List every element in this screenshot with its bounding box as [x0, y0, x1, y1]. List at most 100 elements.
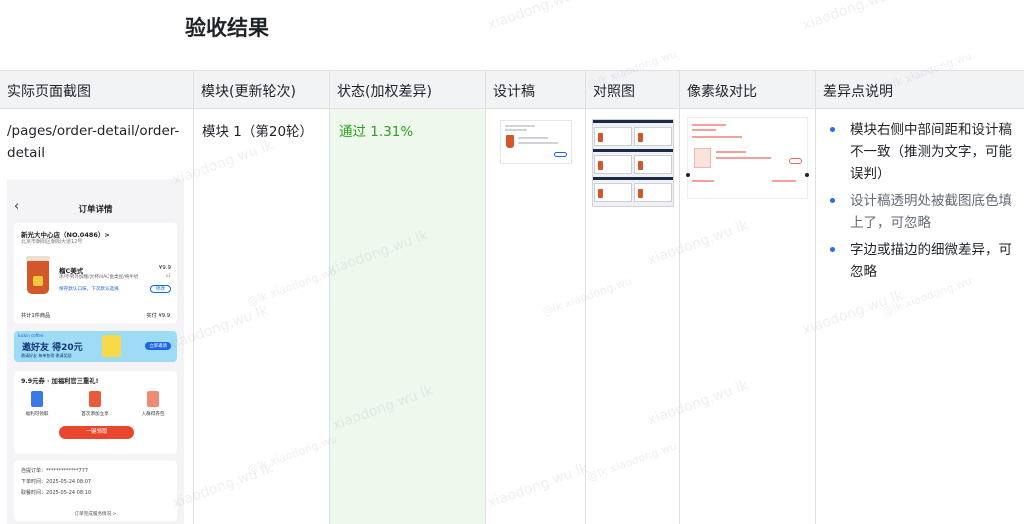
diff-cup-icon [694, 148, 711, 168]
gift-coupon-icon [147, 391, 159, 407]
thumb-pane [634, 127, 672, 146]
thumb-cup-icon [506, 135, 514, 148]
note-item: 设计稿透明处被截图底色填上了，可忽略 [830, 190, 1018, 234]
page-screenshot[interactable]: ‹ 订单详情 新光大中心店（NO.0486）> 北京市朝阳区朝阳大道12号 榴C… [7, 179, 184, 524]
table-cell-design [486, 109, 586, 524]
note-item: 模块右侧中部间距和设计稿不一致（推测为文字，可能误判） [830, 119, 1018, 185]
diff-line [692, 136, 742, 138]
pickup-time-label: 取餐时间： [21, 490, 47, 496]
order-number-label: 自提订单： [21, 468, 47, 474]
diff-line [692, 124, 726, 126]
thumb-cup-icon [638, 189, 643, 198]
thumb-bar [593, 177, 673, 180]
thumb-pane [594, 183, 632, 202]
comparison-thumbnail[interactable] [592, 119, 674, 207]
table-cell-screenshot: /pages/order-detail/order-detail ‹ 订单详情 … [0, 109, 194, 524]
design-thumbnail[interactable] [500, 120, 572, 164]
diff-line [716, 157, 771, 159]
sponge-character-icon [102, 335, 121, 357]
table-cell-status: 通过 1.31% [330, 109, 486, 524]
diff-marker-icon [686, 173, 690, 177]
column-header-pixel-diff: 像素级对比 [680, 71, 816, 109]
column-header-status: 状态(加权差异) [330, 71, 486, 109]
thumb-cup-icon [598, 189, 603, 198]
table-cell-comparison [586, 109, 680, 524]
status-badge: 通过 1.31% [339, 124, 414, 140]
gift-bag-icon [89, 391, 101, 407]
gift-label: 首次添加立享 [81, 412, 109, 417]
invite-button: 立即邀请 [145, 342, 171, 350]
column-header-screenshot: 实际页面截图 [0, 71, 194, 109]
pickup-time-row: 取餐时间：2025-05-24 08:10 [21, 489, 91, 496]
promo-card: 9.9元券 · 加福利官三重礼! 福利可领取 首次添加立享 入群得券包 一键领取 [14, 371, 177, 454]
edit-button: 修改 [150, 285, 171, 293]
gift-cup-icon [31, 391, 43, 407]
thumb-bar [593, 120, 673, 123]
diff-notes-list: 模块右侧中部间距和设计稿不一致（推测为文字，可能误判） 设计稿透明处被截图底色填… [830, 119, 1018, 288]
note-item: 字边或描边的细微差异，可忽略 [830, 239, 1018, 283]
page-path: /pages/order-detail/order-detail [7, 123, 180, 161]
thumb-pane [594, 127, 632, 146]
banner-brand: luckin coffee [18, 333, 44, 338]
column-header-module: 模块(更新轮次) [194, 71, 330, 109]
table-cell-notes: 模块右侧中部间距和设计稿不一致（推测为文字，可能误判） 设计稿透明处被截图底色填… [816, 109, 1024, 524]
thumb-cup-icon [598, 161, 603, 170]
banner-headline: 邀好友 得20元 [22, 343, 83, 353]
promo-title: 9.9元券 · 加福利官三重礼! [21, 378, 99, 385]
thumb-pane [634, 155, 672, 174]
diff-line [692, 180, 714, 182]
table-cell-pixel-diff [680, 109, 816, 524]
diff-line [772, 180, 796, 182]
note-text: 设计稿透明处被截图底色填上了，可忽略 [850, 193, 1012, 231]
note-text: 模块右侧中部间距和设计稿不一致（推测为文字，可能误判） [850, 122, 1012, 182]
screenshot-title: 订单详情 [78, 205, 113, 215]
product-qty: x1 [165, 274, 171, 279]
thumb-bar [593, 149, 673, 152]
column-header-notes: 差异点说明 [816, 71, 1024, 109]
bullet-icon [830, 198, 835, 203]
bullet-icon [830, 247, 835, 252]
pickup-time: 2025-05-24 08:10 [46, 490, 92, 496]
order-number-row: 自提订单：*************777 [21, 467, 88, 474]
column-header-design: 设计稿 [486, 71, 586, 109]
module-round: 模块 1（第20轮） [202, 124, 314, 140]
claim-button: 一键领取 [59, 426, 134, 439]
paid-amount: 实付 ¥9.9 [146, 313, 170, 319]
thumb-pane [594, 155, 632, 174]
thumb-line [518, 142, 558, 144]
results-table: 实际页面截图 模块(更新轮次) 状态(加权差异) 设计稿 对照图 像素级对比 差… [0, 70, 1024, 524]
thumb-cup-icon [638, 161, 643, 170]
diff-line [716, 151, 746, 153]
watermark-text: xiaodong.wu lk [800, 0, 906, 34]
thumb-line [505, 129, 527, 131]
order-time-row: 下单时间：2025-05-24 08:07 [21, 478, 91, 485]
thumb-line [518, 137, 548, 139]
diff-marker-icon [805, 173, 809, 177]
order-service-link: 订单完成服务情况 > [74, 512, 117, 517]
page-title: 验收结果 [185, 16, 269, 40]
thumb-button [554, 152, 567, 157]
order-number: *************777 [46, 468, 89, 474]
thumb-cup-icon [598, 133, 603, 142]
gift-label: 福利可领取 [25, 412, 49, 417]
order-time: 2025-05-24 08:07 [46, 479, 92, 485]
save-default-link: 保存默认口味，下次默认选择 [59, 287, 119, 292]
coffee-cup-icon [26, 256, 50, 294]
note-text: 字边或描边的细微差异，可忽略 [850, 242, 1012, 280]
item-count: 共计1件商品 [21, 313, 51, 319]
column-header-comparison: 对照图 [586, 71, 680, 109]
store-address: 北京市朝阳区朝阳大道12号 [21, 239, 83, 245]
table-cell-module: 模块 1（第20轮） [194, 109, 330, 524]
bullet-icon [830, 127, 835, 132]
diff-button [789, 158, 802, 164]
product-price: ¥9.9 [158, 265, 171, 271]
order-time-label: 下单时间： [21, 479, 47, 485]
thumb-pane [634, 183, 672, 202]
product-desc: 冰/不另外加糖/大杯/IIAC金类豆/纯牛奶 [59, 275, 139, 280]
diff-line [692, 129, 716, 131]
watermark-text: xiaodong.wu lk [485, 0, 591, 34]
pixel-diff-thumbnail[interactable] [686, 117, 809, 199]
thumb-cup-icon [638, 133, 643, 142]
gift-label: 入群得券包 [141, 412, 165, 417]
invite-banner: luckin coffee 邀好友 得20元 邀请好友 每单各得 邀请奖励 立即… [14, 331, 177, 362]
